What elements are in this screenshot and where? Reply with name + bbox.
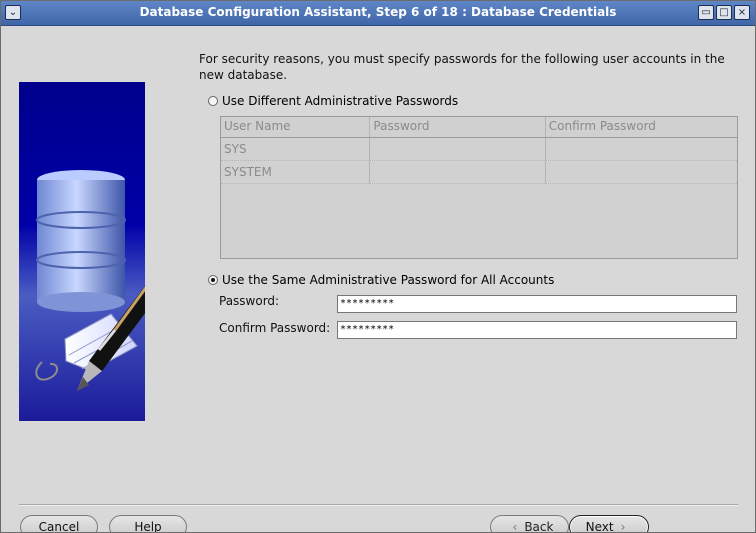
button-area-divider <box>19 504 738 506</box>
password-field[interactable]: ********* <box>337 295 737 313</box>
title-bar: ⌄ Database Configuration Assistant, Step… <box>1 1 755 26</box>
dialog-content: For security reasons, you must specify p… <box>1 26 755 532</box>
same-password-option[interactable]: Use the Same Administrative Password for… <box>208 273 554 287</box>
same-password-label[interactable]: Use the Same Administrative Password for… <box>222 273 554 287</box>
table-cell-user-name: SYSTEM <box>221 161 371 183</box>
window-title: Database Configuration Assistant, Step 6… <box>139 5 617 19</box>
dialog-window: ⌄ Database Configuration Assistant, Step… <box>0 0 756 533</box>
database-pen-illustration <box>19 82 145 421</box>
maximize-button[interactable]: □ <box>716 5 732 20</box>
next-button[interactable]: Next › <box>569 515 649 533</box>
column-header-user-name: User Name <box>221 117 371 137</box>
different-passwords-radio[interactable] <box>208 96 218 106</box>
next-chevron-icon: › <box>620 520 626 533</box>
same-password-radio[interactable] <box>208 275 218 285</box>
illustration-graphic <box>35 170 145 391</box>
table-cell-confirm-password <box>546 161 737 183</box>
table-cell-confirm-password <box>546 138 737 160</box>
confirm-password-label: Confirm Password: <box>219 321 331 335</box>
security-instructions: For security reasons, you must specify p… <box>199 52 725 82</box>
different-passwords-label[interactable]: Use Different Administrative Passwords <box>222 94 458 108</box>
table-row: SYSTEM <box>221 161 737 184</box>
column-header-confirm-password: Confirm Password <box>548 119 656 133</box>
help-button[interactable]: Help <box>109 515 187 532</box>
user-password-table: User Name Password Confirm Password SYS … <box>220 116 738 259</box>
password-label: Password: <box>219 294 280 308</box>
confirm-password-field[interactable]: ********* <box>337 321 737 339</box>
back-button[interactable]: ‹ Back <box>490 515 569 533</box>
minimize-button[interactable]: ▭ <box>698 5 714 20</box>
table-cell-user-name: SYS <box>221 138 371 160</box>
column-header-password: Password <box>370 117 546 137</box>
cancel-button[interactable]: Cancel <box>20 515 98 532</box>
table-cell-password <box>370 161 546 183</box>
table-header: User Name Password Confirm Password <box>221 117 737 138</box>
back-chevron-icon: ‹ <box>512 520 518 533</box>
different-passwords-option[interactable]: Use Different Administrative Passwords <box>208 94 458 108</box>
table-cell-password <box>370 138 546 160</box>
table-row: SYS <box>221 138 737 161</box>
close-button[interactable]: × <box>734 5 750 20</box>
